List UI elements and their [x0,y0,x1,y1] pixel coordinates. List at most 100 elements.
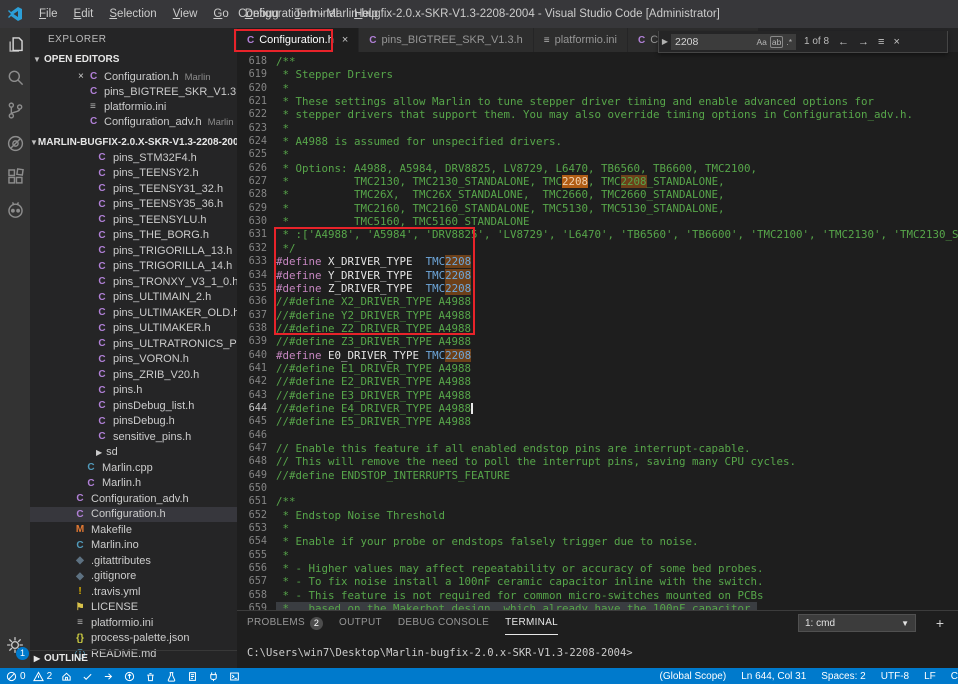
tree-item-pins-teensy35-36-h[interactable]: Cpins_TEENSY35_36.h [30,197,237,213]
code-line-630[interactable]: 630 * TMC5160, TMC5160_STANDALONE [237,215,958,228]
tree-item-platformio-ini[interactable]: ≡platformio.ini [30,615,237,631]
code-line-657[interactable]: 657 * - To fix noise install a 100nF cer… [237,575,958,588]
tree-item-pins-h[interactable]: Cpins.h [30,383,237,399]
tree-item-pins-tronxy-v3-1-0-h[interactable]: Cpins_TRONXY_V3_1_0.h [30,274,237,290]
code-line-628[interactable]: 628 * TMC26X, TMC26X_STANDALONE, TMC2660… [237,188,958,201]
code-line-645[interactable]: 645//#define E5_DRIVER_TYPE A4988 [237,415,958,428]
code-line-622[interactable]: 622 * stepper drivers that support them.… [237,108,958,121]
problems-status[interactable]: 0 2 [6,671,52,682]
tree-item-pins-teensy2-h[interactable]: Cpins_TEENSY2.h [30,166,237,182]
extensions-icon[interactable] [0,160,30,193]
find-close-icon[interactable]: × [893,36,899,48]
tree-item-marlin-h[interactable]: CMarlin.h [30,476,237,492]
code-line-659[interactable]: 659 * based on the Makerbot design, whic… [237,602,958,610]
tree-item-pinsdebug-list-h[interactable]: CpinsDebug_list.h [30,398,237,414]
panel-tab-problems[interactable]: PROBLEMS2 [247,611,323,635]
code-line-634[interactable]: 634#define Y_DRIVER_TYPE TMC2208 [237,269,958,282]
debug-icon[interactable] [0,127,30,160]
code-line-631[interactable]: 631 * :['A4988', 'A5984', 'DRV8825', 'LV… [237,228,958,241]
code-line-642[interactable]: 642//#define E2_DRIVER_TYPE A4988 [237,375,958,388]
code-line-639[interactable]: 639//#define Z3_DRIVER_TYPE A4988 [237,335,958,348]
code-line-658[interactable]: 658 * - This feature is not required for… [237,589,958,602]
tree-item-sd[interactable]: ▶sd [30,445,237,461]
tree-item-process-palette-json[interactable]: {}process-palette.json [30,631,237,647]
tab-pins-bigtree-skr-v1-3-h[interactable]: Cpins_BIGTREE_SKR_V1.3.h [359,28,532,52]
tree-item-pins-the-borg-h[interactable]: Cpins_THE_BORG.h [30,228,237,244]
tree-item-pins-zrib-v20-h[interactable]: Cpins_ZRIB_V20.h [30,367,237,383]
home-icon[interactable] [61,671,72,682]
tab-configuration-h[interactable]: CConfiguration.h× [237,28,358,52]
status-lf[interactable]: LF [924,671,936,682]
close-icon[interactable]: × [78,71,88,82]
tree-item-pins-voron-h[interactable]: Cpins_VORON.h [30,352,237,368]
terminal-select[interactable]: 1: cmd ▼ [798,614,916,632]
search-icon[interactable] [0,61,30,94]
menu-terminal[interactable]: Terminal [287,0,346,28]
find-query[interactable]: 2208 [675,36,753,48]
code-line-619[interactable]: 619 * Stepper Drivers [237,68,958,81]
code-editor[interactable]: 618/**619 * Stepper Drivers620 *621 * Th… [237,52,958,610]
menu-file[interactable]: File [31,0,66,28]
find-next-icon[interactable]: → [858,36,869,48]
open-editor-item[interactable]: ×CConfiguration.hMarlin [30,69,237,84]
code-line-640[interactable]: 640#define E0_DRIVER_TYPE TMC2208 [237,349,958,362]
find-previous-icon[interactable]: ← [838,36,849,48]
toggle-replace-icon[interactable]: ▶ [659,37,671,46]
tree-item-pins-ultimaker-old-h[interactable]: Cpins_ULTIMAKER_OLD.h [30,305,237,321]
task-icon[interactable] [187,671,198,682]
code-line-644[interactable]: 644//#define E4_DRIVER_TYPE A4988 [237,402,958,415]
terminal-icon[interactable] [229,671,240,682]
test-icon[interactable] [166,671,177,682]
find-input[interactable]: 2208 Aa ab .* [671,34,796,50]
panel-tab-debug-console[interactable]: DEBUG CONSOLE [398,611,489,635]
project-root-header[interactable]: ▼ MARLIN-BUGFIX-2.0.X-SKR-V1.3-2208-2004 [30,135,237,150]
open-editor-item[interactable]: ≡platformio.ini [30,99,237,114]
code-line-638[interactable]: 638//#define Z2_DRIVER_TYPE A4988 [237,322,958,335]
tree-item--travis-yml[interactable]: !.travis.yml [30,584,237,600]
menu-debug[interactable]: Debug [237,0,287,28]
code-line-643[interactable]: 643//#define E3_DRIVER_TYPE A4988 [237,389,958,402]
menu-selection[interactable]: Selection [101,0,164,28]
tab-platformio-ini[interactable]: ≡platformio.ini [534,28,627,52]
code-line-626[interactable]: 626 * Options: A4988, A5984, DRV8825, LV… [237,162,958,175]
code-line-621[interactable]: 621 * These settings allow Marlin to tun… [237,95,958,108]
outline-section[interactable]: ▶ OUTLINE [30,650,237,666]
code-line-649[interactable]: 649//#define ENDSTOP_INTERRUPTS_FEATURE [237,469,958,482]
regex-icon[interactable]: .* [786,37,792,47]
tree-item-sensitive-pins-h[interactable]: Csensitive_pins.h [30,429,237,445]
code-line-635[interactable]: 635#define Z_DRIVER_TYPE TMC2208 [237,282,958,295]
code-line-654[interactable]: 654 * Enable if your probe or endstops f… [237,535,958,548]
code-line-618[interactable]: 618/** [237,55,958,68]
code-line-653[interactable]: 653 * [237,522,958,535]
find-in-selection-icon[interactable]: ≡ [878,36,884,48]
tree-item-marlin-cpp[interactable]: CMarlin.cpp [30,460,237,476]
upload-icon[interactable] [103,671,114,682]
code-line-637[interactable]: 637//#define Y2_DRIVER_TYPE A4988 [237,309,958,322]
code-line-647[interactable]: 647// Enable this feature if all enabled… [237,442,958,455]
tree-item-license[interactable]: ⚑LICENSE [30,600,237,616]
tree-item--gitattributes[interactable]: ◆.gitattributes [30,553,237,569]
code-line-652[interactable]: 652 * Endstop Noise Threshold [237,509,958,522]
tree-item-pins-ultratronics-pro-h[interactable]: Cpins_ULTRATRONICS_PRO.h [30,336,237,352]
code-line-623[interactable]: 623 * [237,122,958,135]
tree-item-configuration-adv-h[interactable]: CConfiguration_adv.h [30,491,237,507]
code-line-633[interactable]: 633#define X_DRIVER_TYPE TMC2208 [237,255,958,268]
serial-monitor-icon[interactable] [208,671,219,682]
terminal-output[interactable]: C:\Users\win7\Desktop\Marlin-bugfix-2.0.… [247,647,948,659]
code-line-650[interactable]: 650 [237,482,958,495]
clean-icon[interactable] [145,671,156,682]
open-editor-item[interactable]: CConfiguration_adv.hMarlin [30,114,237,129]
tree-item-pinsdebug-h[interactable]: CpinsDebug.h [30,414,237,430]
panel-tab-terminal[interactable]: TERMINAL [505,611,558,635]
status-global-scope[interactable]: (Global Scope) [660,671,727,682]
open-editor-item[interactable]: Cpins_BIGTREE_SKR_V1.3.hMarlin\src\p... [30,84,237,99]
build-icon[interactable] [82,671,93,682]
tree-item-pins-ultimain-2-h[interactable]: Cpins_ULTIMAIN_2.h [30,290,237,306]
platformio-icon[interactable] [0,193,30,226]
whole-word-icon[interactable]: ab [770,36,783,48]
code-line-656[interactable]: 656 * - Higher values may affect repeata… [237,562,958,575]
code-line-648[interactable]: 648// This will remove the need to poll … [237,455,958,468]
code-line-624[interactable]: 624 * A4988 is assumed for unspecified d… [237,135,958,148]
tree-item-pins-teensylu-h[interactable]: Cpins_TEENSYLU.h [30,212,237,228]
code-line-655[interactable]: 655 * [237,549,958,562]
